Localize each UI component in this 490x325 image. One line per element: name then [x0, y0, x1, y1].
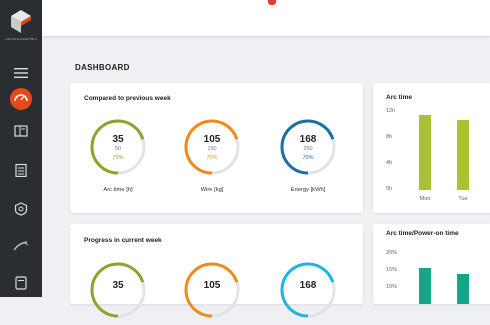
arc-power-title: Arc time/Power-on time [386, 230, 459, 237]
sidebar: LINCOLN ELECTRIC [0, 0, 42, 297]
progress-card-title: Progress in current week [84, 237, 162, 244]
brand-logo[interactable] [8, 8, 34, 36]
compared-ring-previous: 250 [303, 146, 313, 152]
dashboard-gauge-icon[interactable] [8, 86, 34, 112]
arc-time-day-label: Tue [458, 196, 468, 202]
brand-name: LINCOLN ELECTRIC [5, 37, 37, 41]
compared-ring-label: Arc time [h] [103, 187, 133, 193]
arc-time-day-label: Mon [419, 196, 431, 202]
compared-ring-1: 105 150 70% [182, 117, 242, 177]
machines-icon[interactable] [8, 118, 34, 144]
compared-ring-0: 35 50 70% [88, 117, 148, 177]
arc-time-panel: Arc time 12h 8h 4h 0h Mon Tue [373, 83, 490, 213]
arc-power-tick: 15% [386, 267, 398, 273]
arc-power-bar-0[interactable] [419, 267, 431, 304]
compared-ring-value: 168 [299, 134, 317, 145]
arc-power-tick: 10% [386, 284, 398, 290]
device-icon[interactable] [8, 270, 34, 296]
compared-ring-value: 105 [203, 134, 221, 145]
compared-ring-percent: 70% [112, 155, 124, 161]
compared-ring-previous: 150 [207, 146, 217, 152]
compared-ring-percent: 70% [302, 155, 314, 161]
top-bar [42, 0, 490, 36]
arc-power-bar-1[interactable] [457, 274, 469, 304]
arc-time-tick: 8h [386, 134, 393, 140]
arc-time-tick: 12h [386, 108, 396, 114]
compared-ring-percent: 70% [206, 155, 218, 161]
progress-ring-value: 168 [299, 280, 317, 291]
progress-ring-2: 168 [278, 260, 338, 320]
compared-ring-2: 168 250 70% [278, 117, 338, 177]
arc-power-tick: 20% [386, 250, 398, 256]
compared-card-title: Compared to previous week [84, 95, 171, 102]
compared-ring-label: Wire [kg] [200, 187, 224, 193]
compared-ring-value: 35 [112, 134, 124, 145]
arc-time-bar-Tue[interactable] [457, 119, 469, 190]
compared-card: Compared to previous week 35 50 70% Arc tim… [70, 83, 363, 213]
progress-ring-1: 105 [182, 260, 242, 320]
progress-card: Progress in current week 35 105 168 [70, 224, 363, 318]
arc-time-bar-Mon[interactable] [419, 115, 431, 190]
progress-ring-value: 35 [112, 280, 124, 291]
page-title: DASHBOARD [75, 63, 130, 72]
progress-ring-value: 105 [203, 280, 221, 291]
arc-time-title: Arc time [386, 94, 413, 101]
arc-power-panel: Arc time/Power-on time 20% 15% 10% [373, 224, 490, 304]
notification-indicator[interactable] [268, 0, 276, 5]
welding-torch-icon[interactable] [8, 233, 34, 259]
arc-time-tick: 0h [386, 186, 393, 192]
menu-icon[interactable] [8, 60, 34, 86]
arc-time-tick: 4h [386, 160, 393, 166]
progress-ring-0: 35 [88, 260, 148, 320]
compared-ring-previous: 50 [114, 146, 122, 152]
clipboard-icon[interactable] [8, 157, 34, 183]
compared-ring-label: Energy [kWh] [290, 187, 326, 193]
shield-icon[interactable] [8, 196, 34, 222]
